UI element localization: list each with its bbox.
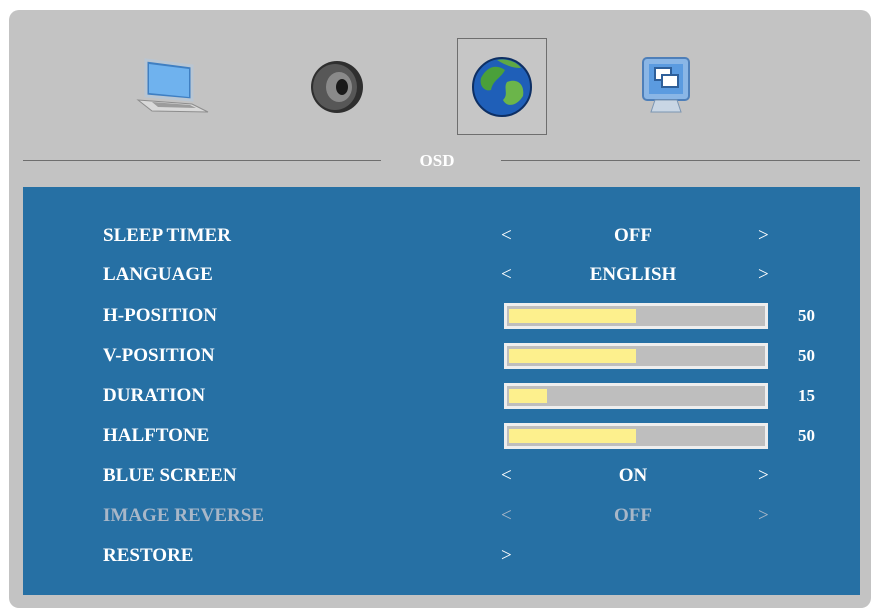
restore-next-button[interactable]: > xyxy=(501,543,512,569)
sleep-timer-value: OFF xyxy=(614,225,652,246)
h-position-slider[interactable] xyxy=(504,303,768,329)
tab-osd[interactable] xyxy=(457,38,547,135)
v-position-value: 50 xyxy=(798,346,815,365)
speaker-icon xyxy=(311,60,363,113)
halftone-value: 50 xyxy=(798,426,815,445)
tab-picture[interactable] xyxy=(127,38,217,135)
sleep-timer-label: SLEEP TIMER xyxy=(103,225,231,246)
osd-menu: SLEEP TIMER < OFF > LANGUAGE < ENGLISH >… xyxy=(23,187,860,595)
tab-audio[interactable] xyxy=(292,38,382,135)
h-position-value: 50 xyxy=(798,306,815,325)
duration-label: DURATION xyxy=(103,385,206,406)
language-next-button[interactable]: > xyxy=(758,262,769,288)
section-title: OSD xyxy=(419,151,455,170)
menu-row-duration[interactable]: DURATION 15 xyxy=(23,383,860,409)
h-position-label: H-POSITION xyxy=(103,305,218,326)
sleep-timer-next-button[interactable]: > xyxy=(758,223,769,249)
image-reverse-label: IMAGE REVERSE xyxy=(103,505,264,526)
menu-row-halftone[interactable]: HALFTONE 50 xyxy=(23,423,860,449)
blue-screen-label: BLUE SCREEN xyxy=(103,465,237,486)
blue-screen-prev-button[interactable]: < xyxy=(501,463,512,489)
halftone-slider[interactable] xyxy=(504,423,768,449)
restore-label: RESTORE xyxy=(103,545,194,566)
menu-row-language[interactable]: LANGUAGE < ENGLISH > xyxy=(23,262,860,288)
duration-slider[interactable] xyxy=(504,383,768,409)
tab-display[interactable] xyxy=(622,38,712,135)
blue-screen-value: ON xyxy=(618,465,648,486)
menu-row-blue-screen[interactable]: BLUE SCREEN < ON > xyxy=(23,463,860,489)
language-prev-button[interactable]: < xyxy=(501,262,512,288)
image-reverse-next-button: > xyxy=(758,505,769,526)
osd-panel: OSD SLEEP TIMER < OFF > LANGUAGE < ENGLI… xyxy=(9,10,871,608)
sleep-timer-prev-button[interactable]: < xyxy=(501,223,512,249)
menu-row-h-position[interactable]: H-POSITION 50 xyxy=(23,303,860,329)
duration-value: 15 xyxy=(798,386,815,405)
image-reverse-value: OFF xyxy=(614,505,652,526)
separator-left xyxy=(23,160,381,161)
separator-right xyxy=(501,160,860,161)
globe-icon xyxy=(472,56,532,117)
language-value: ENGLISH xyxy=(589,264,677,285)
v-position-slider[interactable] xyxy=(504,343,768,369)
display-settings-icon xyxy=(642,56,690,112)
image-reverse-prev-button: < xyxy=(501,505,512,526)
menu-row-sleep-timer[interactable]: SLEEP TIMER < OFF > xyxy=(23,223,860,249)
halftone-label: HALFTONE xyxy=(103,425,210,446)
blue-screen-next-button[interactable]: > xyxy=(758,463,769,489)
menu-row-restore[interactable]: RESTORE > xyxy=(23,543,860,569)
v-position-label: V-POSITION xyxy=(103,345,215,366)
menu-row-image-reverse: IMAGE REVERSE < OFF > xyxy=(23,503,860,529)
laptop-icon xyxy=(136,57,209,112)
language-label: LANGUAGE xyxy=(103,264,213,285)
menu-row-v-position[interactable]: V-POSITION 50 xyxy=(23,343,860,369)
v-position-slider-fill xyxy=(509,349,636,363)
h-position-slider-fill xyxy=(509,309,636,323)
duration-slider-fill xyxy=(509,389,547,403)
halftone-slider-fill xyxy=(509,429,636,443)
